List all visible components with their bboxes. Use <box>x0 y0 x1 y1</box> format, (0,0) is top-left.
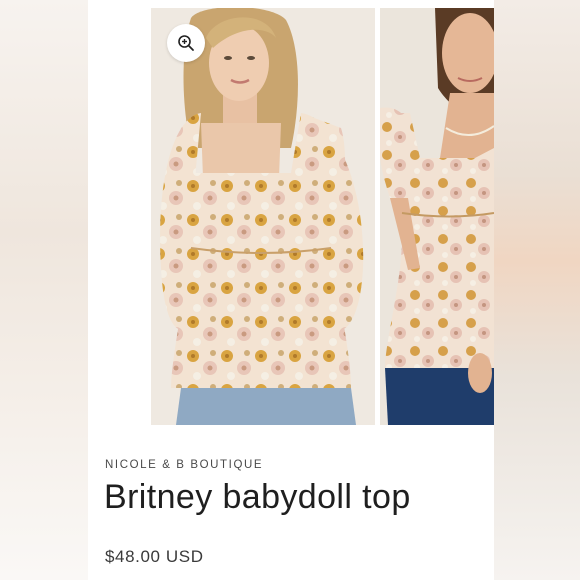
zoom-in-icon <box>178 35 194 51</box>
product-title: Britney babydoll top <box>104 478 411 516</box>
zoom-button[interactable] <box>167 24 205 62</box>
product-card: NICOLE & B BOUTIQUE Britney babydoll top… <box>88 0 494 580</box>
model-alt-photo[interactable] <box>380 8 494 425</box>
product-vendor: NICOLE & B BOUTIQUE <box>105 459 264 471</box>
product-gallery <box>151 8 494 425</box>
product-price: $48.00 USD <box>105 547 204 566</box>
model-alt-illustration <box>380 8 494 425</box>
blurred-background-left <box>0 0 88 580</box>
blurred-background-right <box>494 0 580 580</box>
model-front-photo[interactable] <box>151 8 375 425</box>
model-front-illustration <box>151 8 375 425</box>
